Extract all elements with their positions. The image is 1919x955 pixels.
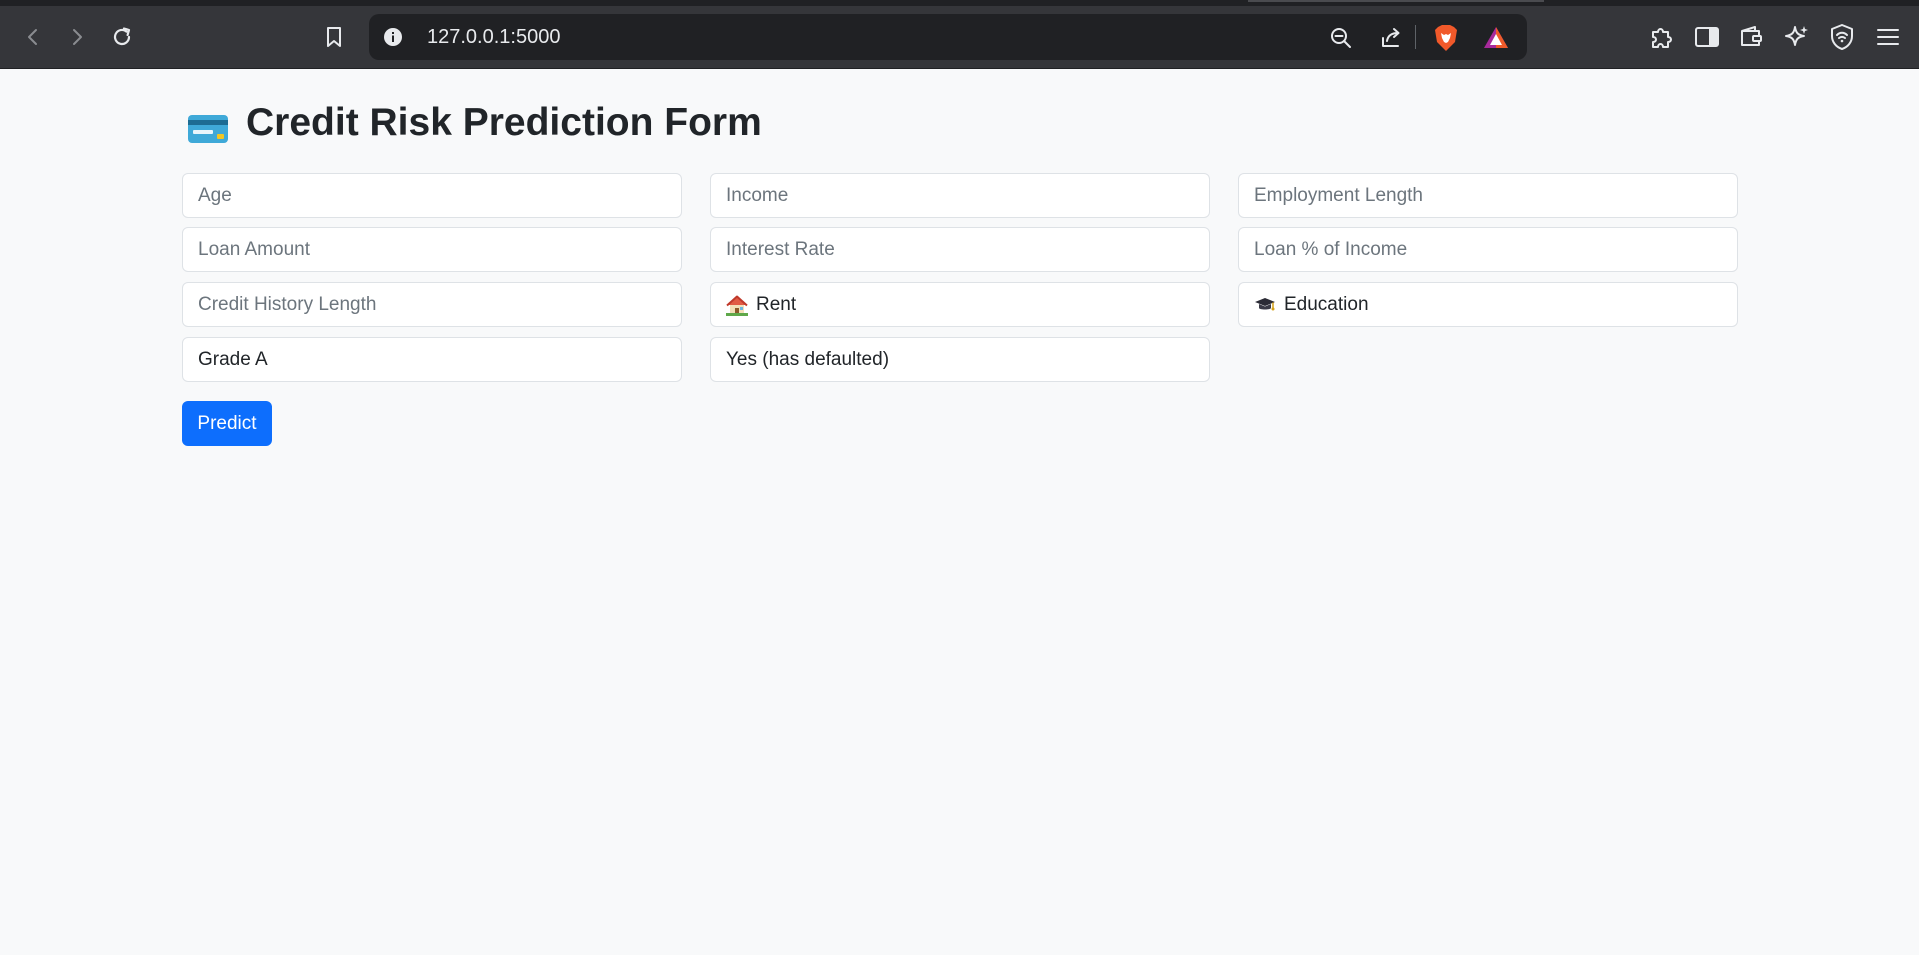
extensions-icon[interactable]: [1647, 22, 1677, 52]
reload-icon[interactable]: [106, 21, 138, 53]
brave-shields-icon[interactable]: [1432, 24, 1460, 52]
employment-length-input[interactable]: [1254, 184, 1722, 207]
age-field[interactable]: [182, 173, 682, 218]
home-ownership-value: Rent: [756, 293, 797, 315]
loan-intent-value: Education: [1284, 293, 1369, 315]
vpn-icon[interactable]: [1827, 22, 1857, 52]
interest-rate-input[interactable]: [726, 238, 1194, 261]
zoom-out-icon[interactable]: [1327, 24, 1355, 52]
credit-card-icon: [188, 109, 228, 143]
share-icon[interactable]: [1377, 24, 1405, 52]
tab-strip: [0, 0, 1919, 6]
page-title-text: Credit Risk Prediction Form: [246, 101, 762, 144]
loan-amount-field[interactable]: [182, 227, 682, 272]
leo-ai-icon[interactable]: [1782, 22, 1812, 52]
page-title: Credit Risk Prediction Form: [188, 98, 762, 148]
income-input[interactable]: [726, 184, 1194, 207]
income-field[interactable]: [710, 173, 1210, 218]
sidebar-icon[interactable]: [1692, 22, 1722, 52]
employment-length-field[interactable]: [1238, 173, 1738, 218]
bookmark-icon[interactable]: [318, 21, 350, 53]
loan-amount-input[interactable]: [198, 238, 666, 261]
forward-icon[interactable]: [61, 21, 93, 53]
credit-history-length-field[interactable]: [182, 282, 682, 327]
brave-rewards-icon[interactable]: [1482, 24, 1510, 52]
back-icon[interactable]: [17, 21, 49, 53]
url-text[interactable]: 127.0.0.1:5000: [427, 26, 560, 48]
loan-percent-income-field[interactable]: [1238, 227, 1738, 272]
address-bar[interactable]: 127.0.0.1:5000: [369, 14, 1527, 60]
loan-grade-value: Grade A: [198, 348, 268, 370]
age-input[interactable]: [198, 184, 666, 207]
browser-toolbar: 127.0.0.1:5000: [0, 0, 1919, 69]
site-info-icon[interactable]: [381, 25, 405, 49]
url-divider: [1415, 25, 1416, 49]
loan-percent-income-input[interactable]: [1254, 238, 1722, 261]
default-on-file-value: Yes (has defaulted): [726, 348, 890, 370]
loan-grade-select[interactable]: Grade A: [182, 337, 682, 382]
loan-intent-select[interactable]: Education: [1238, 282, 1738, 327]
wallet-icon[interactable]: [1737, 22, 1767, 52]
house-icon: [726, 294, 748, 316]
credit-history-length-input[interactable]: [198, 293, 666, 316]
home-ownership-select[interactable]: Rent: [710, 282, 1210, 327]
menu-icon[interactable]: [1873, 22, 1903, 52]
tab-edge: [1248, 0, 1544, 2]
predict-button[interactable]: Predict: [182, 401, 272, 446]
default-on-file-select[interactable]: Yes (has defaulted): [710, 337, 1210, 382]
interest-rate-field[interactable]: [710, 227, 1210, 272]
graduation-cap-icon: [1254, 294, 1276, 316]
